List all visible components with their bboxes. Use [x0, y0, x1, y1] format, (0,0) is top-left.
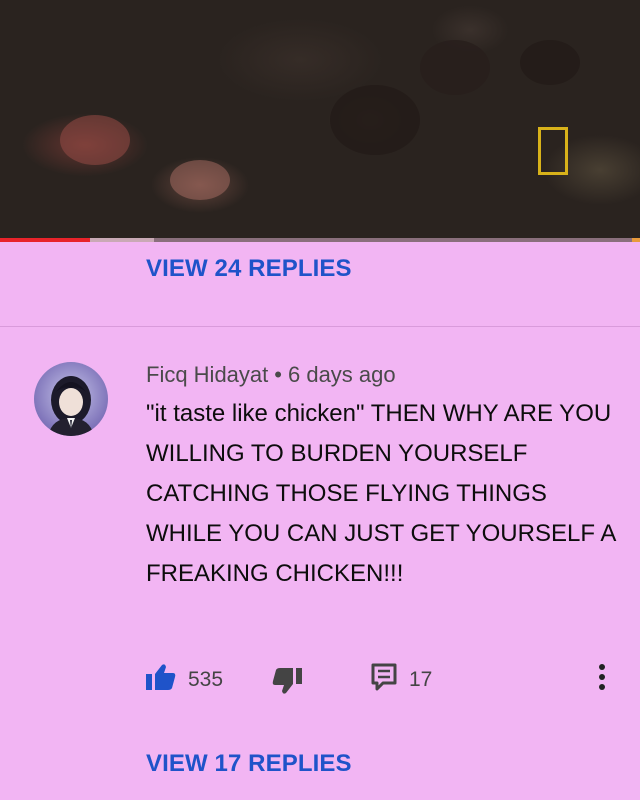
comment-author[interactable]: Ficq Hidayat: [146, 362, 268, 387]
comment-timestamp: 6 days ago: [287, 362, 396, 387]
like-action: 535: [146, 663, 223, 696]
video-player[interactable]: [0, 0, 640, 240]
thumbs-down-icon[interactable]: [272, 668, 302, 701]
more-vertical-icon[interactable]: [592, 662, 612, 692]
view-comment-replies-button[interactable]: VIEW 17 REPLIES: [146, 750, 352, 778]
reply-action: 17: [371, 663, 432, 696]
video-frame-shape: [420, 40, 490, 95]
reply-count: 17: [409, 667, 433, 691]
comment-divider: [0, 326, 640, 327]
progress-played: [0, 238, 90, 242]
progress-end-marker: [632, 238, 640, 242]
channel-watermark-logo: [538, 127, 568, 175]
progress-buffered: [89, 238, 154, 242]
video-progress-bar[interactable]: [0, 238, 640, 242]
avatar[interactable]: [34, 362, 108, 436]
meta-separator: •: [274, 362, 282, 387]
video-frame-shape: [170, 160, 230, 200]
like-count: 535: [188, 667, 224, 691]
video-frame-shape: [520, 40, 580, 85]
comment-meta: Ficq Hidayat • 6 days ago: [146, 362, 396, 388]
comment-text: "it taste like chicken" THEN WHY ARE YOU…: [146, 400, 616, 587]
reply-icon[interactable]: [371, 663, 397, 696]
video-frame-shape: [330, 85, 420, 155]
thumbs-up-icon[interactable]: [146, 663, 176, 696]
video-frame-shape: [60, 115, 130, 165]
dislike-action: [272, 668, 302, 701]
avatar-portrait: [48, 376, 94, 436]
view-replies-button[interactable]: VIEW 24 REPLIES: [146, 255, 352, 283]
